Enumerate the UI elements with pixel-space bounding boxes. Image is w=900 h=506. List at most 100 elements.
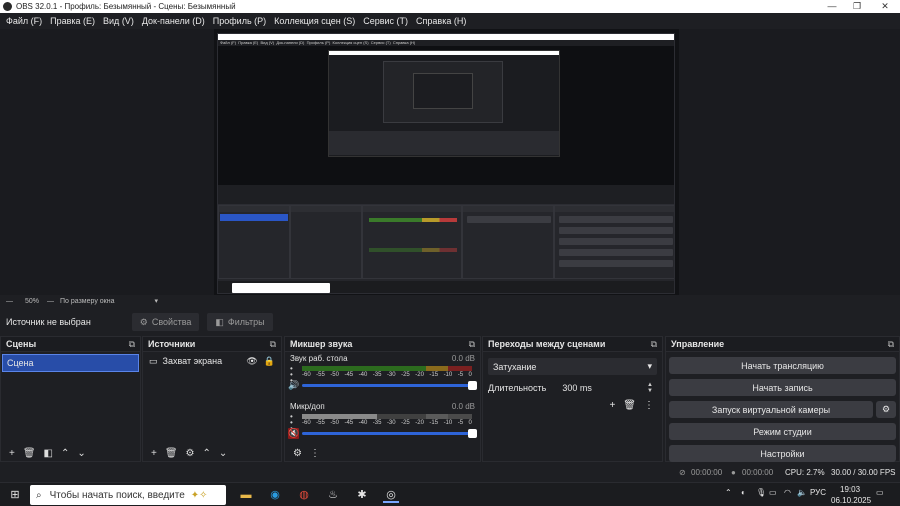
add-icon[interactable]: + (609, 400, 615, 411)
notifications-icon[interactable]: ▭ (876, 488, 884, 497)
sparkle-icon: ✦✧ (190, 489, 208, 501)
clock-time[interactable]: 19:03 (840, 485, 860, 494)
menu-view[interactable]: Вид (V) (103, 16, 134, 26)
search-placeholder: Чтобы начать поиск, введите (49, 489, 185, 501)
volume-icon[interactable]: 🔈 (797, 488, 807, 497)
source-toolbar: Источник не выбран ⚙ Свойства ◧ Фильтры (0, 311, 900, 333)
gear-icon[interactable]: ⚙ (293, 448, 302, 459)
duration-row: Длительность 300 ms ▲ ▼ (488, 379, 657, 396)
tray-chevron-icon[interactable]: ⌃ (725, 488, 732, 497)
chevron-down-icon: ▾ (647, 361, 652, 371)
arrow-down-icon[interactable]: ⌄ (219, 448, 227, 459)
scene-filters-icon[interactable]: ◧ (44, 448, 53, 459)
undock-icon[interactable]: ⧉ (270, 339, 276, 350)
record-status-icon: ● (731, 468, 736, 477)
add-icon[interactable]: + (151, 448, 157, 459)
trash-icon[interactable]: 🗑 (623, 400, 636, 411)
virtual-camera-button[interactable]: Запуск виртуальной камеры (669, 401, 873, 418)
arrow-down-icon[interactable]: ⌄ (77, 448, 85, 459)
undock-icon[interactable]: ⧉ (651, 339, 657, 350)
source-name: Захват экрана (162, 356, 223, 366)
channel-name: Микр/доп (290, 402, 325, 411)
volume-slider[interactable] (302, 381, 477, 390)
window-titlebar: OBS 32.0.1 - Профиль: Безымянный - Сцены… (0, 0, 900, 13)
volume-meter (302, 414, 472, 419)
clock-date[interactable]: 06.10.2025 (831, 496, 871, 505)
zoom-mode-select[interactable]: По размеру окна (60, 298, 114, 305)
add-icon[interactable]: + (9, 448, 15, 459)
menu-profile[interactable]: Профиль (P) (213, 16, 266, 26)
menu-file[interactable]: Файл (F) (6, 16, 42, 26)
menu-scene-collection[interactable]: Коллекция сцен (S) (274, 16, 355, 26)
filters-button[interactable]: ◧ Фильтры (207, 313, 273, 331)
trash-icon[interactable]: 🗑 (165, 448, 178, 459)
gear-icon[interactable]: ⚙ (186, 448, 195, 459)
windows-start-icon[interactable]: ⊞ (7, 487, 23, 503)
eye-icon[interactable]: 👁 (246, 356, 257, 367)
more-vertical-icon[interactable]: ⋮ (310, 448, 320, 459)
language-indicator[interactable]: РУС (810, 488, 826, 497)
file-explorer-icon[interactable]: ▬ (238, 487, 254, 503)
volume-slider[interactable] (302, 429, 477, 438)
tray-mic-icon[interactable]: 🎙 (756, 488, 766, 497)
status-bar: ⊘ 00:00:00 ● 00:00:00 CPU: 2.7% 30.00 / … (0, 464, 900, 481)
undock-icon[interactable]: ⧉ (888, 339, 894, 350)
zoom-in-icon[interactable]: — (47, 298, 54, 305)
tray-app-icon[interactable]: ◐ (741, 488, 746, 497)
mixer-channel-desktop: Звук раб. стола 0.0 dB • • • -60 -55 -50 -45 -4… (285, 354, 480, 400)
wifi-icon[interactable]: ◠ (784, 488, 791, 497)
sources-title: Источники (148, 339, 196, 349)
lock-icon[interactable]: 🔒 (264, 356, 275, 367)
filters-label: Фильтры (227, 317, 265, 327)
more-vertical-icon[interactable]: ⋮ (644, 400, 654, 411)
volume-meter (302, 366, 472, 371)
duration-input[interactable]: 300 ms ▲ ▼ (556, 379, 657, 396)
menu-docks[interactable]: Док-панели (D) (142, 16, 205, 26)
studio-mode-button[interactable]: Режим студии (669, 423, 896, 440)
arrow-up-icon[interactable]: ⌃ (203, 448, 211, 459)
tray-monitor-icon[interactable]: ▭ (769, 488, 777, 497)
gear-icon[interactable]: ⚙ (876, 401, 896, 418)
monitor-icon: ▭ (149, 355, 158, 366)
trash-icon[interactable]: 🗑 (23, 448, 36, 459)
no-source-label: Источник не выбран (6, 317, 91, 327)
maximize-icon[interactable]: ❐ (843, 0, 871, 13)
chevron-down-icon[interactable]: ▾ (154, 297, 158, 305)
mixer-title: Микшер звука (290, 339, 353, 349)
minimize-icon[interactable]: — (818, 0, 846, 13)
menu-edit[interactable]: Правка (E) (50, 16, 95, 26)
steam-icon[interactable]: ♨ (325, 487, 341, 503)
menu-tools[interactable]: Сервис (T) (363, 16, 408, 26)
zoom-out-icon[interactable]: — (6, 298, 13, 305)
obs-logo-icon (3, 2, 12, 11)
taskbar-search[interactable]: ⌕ Чтобы начать поиск, введите ✦✧ (30, 485, 226, 505)
menu-help[interactable]: Справка (H) (416, 16, 466, 26)
filter-icon: ◧ (215, 316, 224, 327)
preview-right-margin (679, 29, 900, 295)
fps-readout: 30.00 / 30.00 FPS (831, 468, 896, 477)
properties-label: Свойства (151, 317, 192, 327)
edge-icon[interactable]: ◉ (267, 487, 283, 503)
arrow-up-icon[interactable]: ⌃ (61, 448, 69, 459)
start-stream-button[interactable]: Начать трансляцию (669, 357, 896, 374)
transition-select[interactable]: Затухание ▾ (488, 358, 657, 375)
stream-status-icon: ⊘ (679, 468, 686, 477)
undock-icon[interactable]: ⧉ (469, 339, 475, 350)
stream-time: 00:00:00 (691, 468, 723, 477)
properties-button[interactable]: ⚙ Свойства (131, 313, 200, 331)
chrome-icon[interactable]: ◍ (296, 487, 312, 503)
source-list-item[interactable]: ▭ Захват экрана 👁 🔒 (143, 352, 281, 370)
spin-arrows-icon[interactable]: ▲ ▼ (647, 382, 657, 394)
record-time: 00:00:00 (742, 468, 774, 477)
speaker-muted-icon[interactable]: 🔇 (288, 428, 299, 439)
start-record-button[interactable]: Начать запись (669, 379, 896, 396)
scene-list-item[interactable]: Сцена (2, 354, 139, 372)
db-scale: -60 -55 -50 -45 -40 -35 -30 -25 -20 -15 -10 -5 0 (302, 372, 472, 378)
windows-taskbar: ⊞ ⌕ Чтобы начать поиск, введите ✦✧ ▬ ◉ ◍… (0, 482, 900, 506)
obs-taskbar-icon[interactable]: ◎ (383, 487, 399, 503)
close-icon[interactable]: ✕ (871, 0, 899, 13)
app-icon[interactable]: ✱ (354, 487, 370, 503)
undock-icon[interactable]: ⧉ (129, 339, 135, 350)
settings-button[interactable]: Настройки (669, 445, 896, 462)
speaker-icon[interactable]: 🔊 (288, 380, 299, 391)
